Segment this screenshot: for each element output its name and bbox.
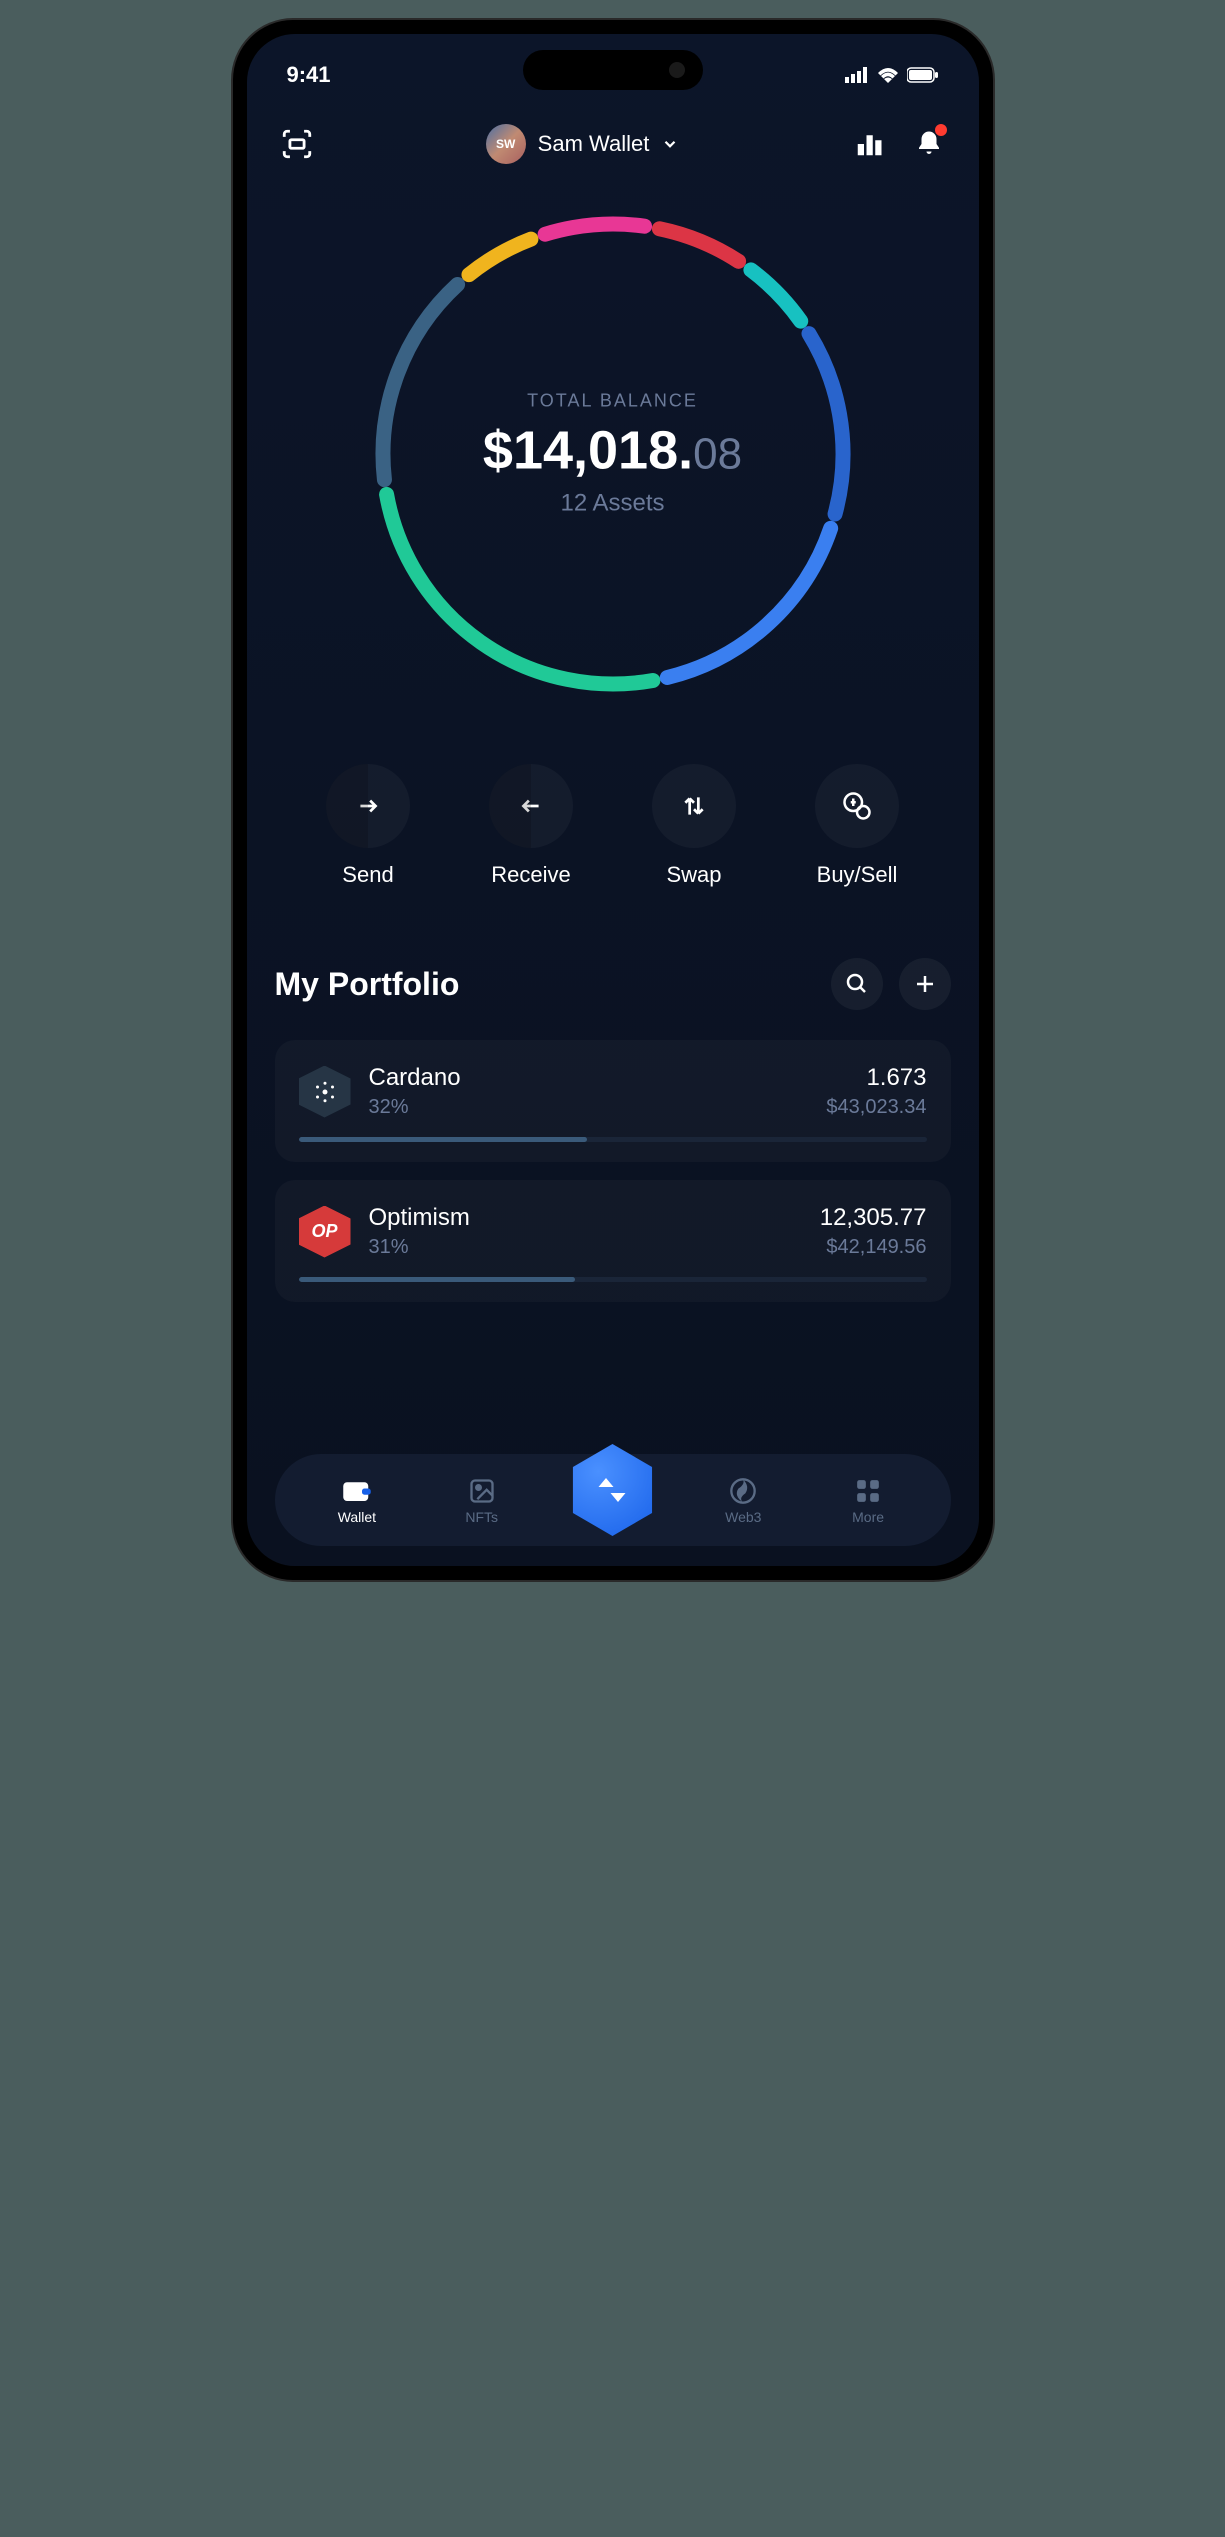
battery-icon — [907, 67, 939, 83]
action-label: Receive — [491, 862, 570, 888]
assets-count: 12 Assets — [483, 490, 742, 518]
portfolio-title: My Portfolio — [275, 966, 460, 1003]
asset-card-cardano[interactable]: Cardano 32% 1.673 $43,023.34 — [275, 1040, 951, 1162]
nav-label: NFTs — [465, 1509, 498, 1525]
chevron-down-icon — [661, 135, 679, 153]
actions-row: Send Receive Swap Buy/Sell — [247, 734, 979, 938]
scan-icon — [280, 127, 314, 161]
action-label: Swap — [666, 862, 721, 888]
asset-usd: $43,023.34 — [826, 1096, 926, 1119]
nav-swap-center[interactable] — [566, 1444, 658, 1536]
asset-progress — [299, 1137, 927, 1142]
scan-button[interactable] — [279, 126, 315, 162]
dynamic-island — [523, 50, 703, 90]
asset-usd: $42,149.56 — [820, 1236, 927, 1259]
swap-icon — [594, 1472, 630, 1508]
stats-button[interactable] — [851, 126, 887, 162]
search-button[interactable] — [831, 958, 883, 1010]
status-icons — [845, 67, 939, 83]
ada-icon — [299, 1066, 351, 1118]
notifications-button[interactable] — [911, 126, 947, 162]
plus-icon — [913, 972, 937, 996]
phone-frame: 9:41 SW Sam Wallet — [233, 20, 993, 1580]
wallet-name: Sam Wallet — [538, 131, 650, 157]
screen: 9:41 SW Sam Wallet — [247, 34, 979, 1566]
globe-icon — [727, 1475, 759, 1507]
signal-icon — [845, 67, 869, 83]
asset-percent: 32% — [369, 1096, 809, 1119]
nav-label: Wallet — [338, 1509, 376, 1525]
balance-label: TOTAL BALANCE — [483, 391, 742, 412]
wallet-selector[interactable]: SW Sam Wallet — [486, 124, 680, 164]
nav-web3[interactable]: Web3 — [703, 1475, 783, 1525]
nav-wallet[interactable]: Wallet — [317, 1475, 397, 1525]
portfolio-section: My Portfolio Cardano 32% — [247, 938, 979, 1340]
asset-progress — [299, 1277, 927, 1282]
asset-name: Optimism — [369, 1204, 802, 1232]
asset-percent: 31% — [369, 1236, 802, 1259]
search-icon — [845, 972, 869, 996]
receive-action[interactable]: Receive — [489, 764, 573, 888]
nav-label: Web3 — [725, 1509, 761, 1525]
balance-chart: TOTAL BALANCE $14,018.08 12 Assets — [247, 184, 979, 734]
op-icon: OP — [299, 1206, 351, 1258]
bar-chart-icon — [854, 129, 884, 159]
arrow-right-icon — [326, 764, 410, 848]
arrows-updown-icon — [652, 764, 736, 848]
notification-badge — [935, 124, 947, 136]
buy-sell-action[interactable]: Buy/Sell — [815, 764, 899, 888]
asset-card-optimism[interactable]: OP Optimism 31% 12,305.77 $42,149.56 — [275, 1180, 951, 1302]
swap-action[interactable]: Swap — [652, 764, 736, 888]
add-button[interactable] — [899, 958, 951, 1010]
nav-nfts[interactable]: NFTs — [442, 1475, 522, 1525]
wallet-icon — [341, 1475, 373, 1507]
action-label: Buy/Sell — [817, 862, 898, 888]
asset-quantity: 12,305.77 — [820, 1204, 927, 1232]
asset-name: Cardano — [369, 1064, 809, 1092]
status-time: 9:41 — [287, 62, 331, 88]
bottom-nav: Wallet NFTs Web3 More — [275, 1454, 951, 1546]
nav-more[interactable]: More — [828, 1475, 908, 1525]
portfolio-header: My Portfolio — [275, 958, 951, 1010]
arrow-left-icon — [489, 764, 573, 848]
avatar: SW — [486, 124, 526, 164]
app-header: SW Sam Wallet — [247, 94, 979, 184]
balance-display: TOTAL BALANCE $14,018.08 12 Assets — [483, 391, 742, 518]
send-action[interactable]: Send — [326, 764, 410, 888]
nav-label: More — [852, 1509, 884, 1525]
image-icon — [466, 1475, 498, 1507]
wifi-icon — [877, 67, 899, 83]
grid-icon — [852, 1475, 884, 1507]
asset-quantity: 1.673 — [826, 1064, 926, 1092]
balance-amount: $14,018.08 — [483, 420, 742, 482]
coin-icon — [815, 764, 899, 848]
action-label: Send — [342, 862, 393, 888]
